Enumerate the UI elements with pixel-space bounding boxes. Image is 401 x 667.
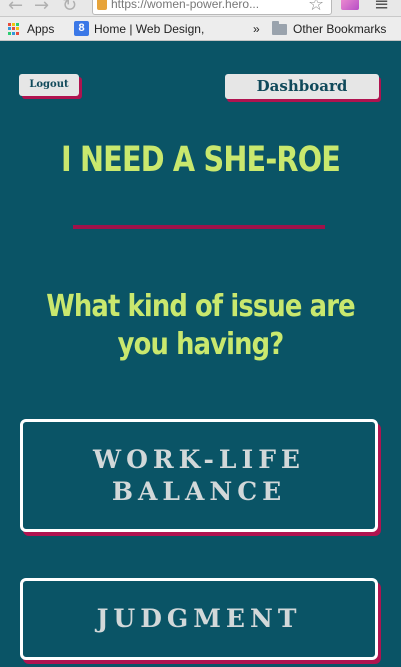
folder-icon xyxy=(272,21,287,35)
forward-icon[interactable]: → xyxy=(34,0,49,16)
google-icon: 8 xyxy=(74,21,89,36)
star-icon[interactable]: ☆ xyxy=(308,0,324,15)
lock-icon xyxy=(97,0,107,10)
extension-icon[interactable] xyxy=(341,0,359,10)
issue-question: What kind of issue are you having? xyxy=(46,289,355,362)
page-title: I NEED A SHE-ROE xyxy=(60,140,341,180)
bookmark-apps[interactable]: Apps xyxy=(27,21,54,37)
issue-button-label: WORK-LIFE BALANCE xyxy=(93,444,305,506)
dashboard-button[interactable]: Dashboard xyxy=(225,74,379,99)
back-icon[interactable]: ← xyxy=(8,0,23,16)
issue-button-work-life-balance[interactable]: WORK-LIFE BALANCE xyxy=(20,419,378,532)
apps-icon[interactable] xyxy=(8,23,20,35)
browser-toolbar: ← → ↻ https://women-power.hero... ☆ ≡ xyxy=(0,0,401,17)
issue-button-label: JUDGMENT xyxy=(96,604,302,633)
bookmark-home[interactable]: Home | Web Design, xyxy=(94,21,204,37)
bookmarks-overflow[interactable]: » xyxy=(253,21,260,37)
page-content: Logout Dashboard I NEED A SHE-ROE What k… xyxy=(0,42,401,667)
issue-button-judgment[interactable]: JUDGMENT xyxy=(20,578,378,660)
bookmark-other[interactable]: Other Bookmarks xyxy=(293,21,386,37)
bookmarks-bar: Apps 8 Home | Web Design, » Other Bookma… xyxy=(0,17,401,41)
title-divider xyxy=(73,225,325,229)
address-bar-url: https://women-power.hero... xyxy=(111,0,260,11)
reload-icon[interactable]: ↻ xyxy=(62,0,77,16)
menu-icon[interactable]: ≡ xyxy=(374,0,389,15)
logout-button[interactable]: Logout xyxy=(19,74,79,96)
address-bar[interactable]: https://women-power.hero... xyxy=(92,0,332,15)
